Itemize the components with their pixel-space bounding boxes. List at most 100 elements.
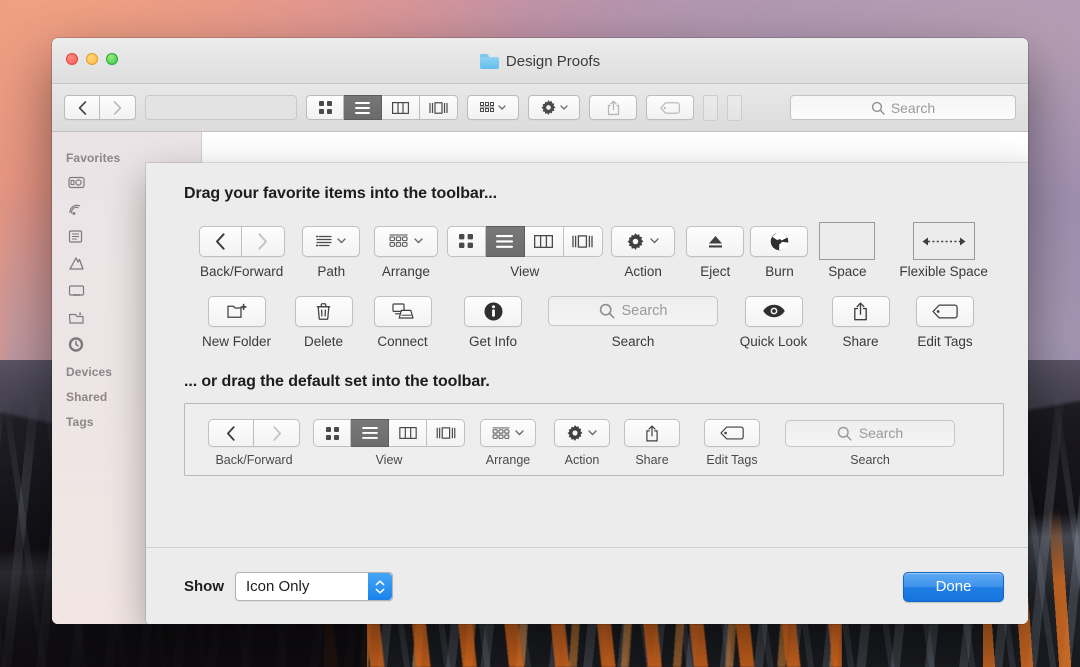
palette-item-path[interactable]: Path (297, 221, 365, 279)
action-button[interactable] (611, 225, 676, 257)
window-titlebar: Design Proofs (52, 38, 1028, 84)
recents-clock-icon (68, 337, 85, 352)
back-button[interactable] (208, 419, 254, 447)
forward-button[interactable] (254, 419, 300, 447)
palette-item-eject[interactable]: Eject (683, 221, 747, 279)
palette-item-back-forward[interactable]: Back/Forward (186, 221, 297, 279)
search-field[interactable]: Search (785, 419, 955, 447)
column-view-button[interactable] (389, 419, 427, 447)
flexible-arrow-icon (922, 237, 966, 245)
search-field[interactable]: Search (548, 296, 718, 326)
eject-button[interactable] (686, 225, 745, 257)
arrange-button[interactable] (467, 95, 519, 120)
palette-label: Get Info (468, 334, 518, 349)
tag-icon (660, 101, 680, 114)
palette-item-new-folder[interactable]: New Folder (186, 291, 287, 349)
palette-label: Back/Forward (200, 264, 284, 279)
list-view-button[interactable] (351, 419, 389, 447)
palette-label: Arrange (381, 264, 430, 279)
default-item-arrange[interactable]: Arrange (469, 416, 547, 467)
edit-tags-button[interactable] (646, 95, 694, 120)
default-label: Share (635, 453, 669, 467)
icon-view-button[interactable] (306, 95, 344, 120)
airdrop-icon (68, 175, 85, 190)
window-title: Design Proofs (52, 38, 1028, 84)
done-button[interactable]: Done (903, 571, 1004, 602)
action-button[interactable] (554, 419, 610, 447)
space-placeholder[interactable] (819, 222, 876, 260)
icon-view-button[interactable] (446, 225, 486, 257)
palette-row-1: Back/Forward Path Arrange View Action Ej… (186, 221, 1004, 279)
flexible-space-placeholder[interactable] (912, 222, 975, 260)
toolbar-search-field[interactable]: Search (790, 95, 1016, 120)
palette-item-connect[interactable]: Connect (360, 291, 445, 349)
palette-item-get-info[interactable]: Get Info (445, 291, 541, 349)
gallery-view-button[interactable] (563, 225, 603, 257)
path-button[interactable] (302, 225, 361, 257)
palette-item-burn[interactable]: Burn (747, 221, 811, 279)
list-view-button[interactable] (485, 225, 525, 257)
share-button[interactable] (589, 95, 637, 120)
edit-tags-button[interactable] (704, 419, 760, 447)
show-popup-button[interactable]: Icon Only (235, 572, 393, 601)
forward-button[interactable] (241, 225, 285, 257)
palette-item-action[interactable]: Action (603, 221, 683, 279)
list-view-button[interactable] (344, 95, 382, 120)
show-label: Show (184, 578, 224, 595)
gallery-view-button[interactable] (420, 95, 458, 120)
chevron-down-icon (588, 430, 597, 436)
palette-item-view[interactable]: View (446, 221, 603, 279)
desktop-icon (68, 283, 85, 298)
get-info-button[interactable] (464, 295, 522, 327)
icon-view-button[interactable] (313, 419, 351, 447)
edit-tags-button[interactable] (916, 295, 974, 327)
palette-label: Share (842, 334, 879, 349)
palette-item-arrange[interactable]: Arrange (365, 221, 446, 279)
forward-button[interactable] (100, 95, 136, 120)
palette-label: Flexible Space (899, 264, 988, 279)
toolbar-space-placeholder[interactable] (727, 94, 742, 121)
chevron-up-icon (375, 579, 385, 585)
palette-item-delete[interactable]: Delete (287, 291, 360, 349)
arrange-button[interactable] (373, 225, 438, 257)
popup-stepper-arrows[interactable] (368, 573, 392, 600)
tag-icon (720, 426, 744, 440)
share-button[interactable] (831, 295, 890, 327)
gallery-view-button[interactable] (427, 419, 465, 447)
default-label: Edit Tags (706, 453, 758, 467)
sheet-footer: Show Icon Only Done (146, 547, 1028, 624)
palette-item-quick-look[interactable]: Quick Look (725, 291, 822, 349)
quick-look-button[interactable] (744, 295, 803, 327)
delete-button[interactable] (294, 295, 353, 327)
back-button[interactable] (64, 95, 100, 120)
default-item-view[interactable]: View (309, 416, 469, 467)
share-button[interactable] (624, 419, 680, 447)
connect-button[interactable] (373, 295, 432, 327)
new-folder-button[interactable] (207, 295, 266, 327)
new-folder-icon (226, 303, 247, 318)
default-item-share[interactable]: Share (617, 416, 687, 467)
path-bar[interactable] (145, 95, 297, 120)
nav-button-group (64, 95, 136, 120)
palette-item-search[interactable]: Search Search (541, 291, 725, 349)
palette-item-space[interactable]: Space (812, 221, 884, 279)
column-view-button[interactable] (382, 95, 420, 120)
default-item-action[interactable]: Action (547, 416, 617, 467)
default-item-edit-tags[interactable]: Edit Tags (687, 416, 777, 467)
default-item-back-forward[interactable]: Back/Forward (199, 416, 309, 467)
palette-item-flexible-space[interactable]: Flexible Space (883, 221, 1004, 279)
palette-item-share[interactable]: Share (822, 291, 899, 349)
toolbar-space-placeholder[interactable] (703, 94, 718, 121)
palette-label: Connect (377, 334, 428, 349)
arrange-button[interactable] (480, 419, 536, 447)
action-button[interactable] (528, 95, 580, 120)
default-item-search[interactable]: Search Search (777, 416, 963, 467)
palette-label: Eject (700, 264, 731, 279)
palette-item-edit-tags[interactable]: Edit Tags (899, 291, 991, 349)
palette-label: Space (828, 264, 867, 279)
default-set-box[interactable]: Back/Forward View Arrange Action Share E… (184, 403, 1004, 476)
burn-button[interactable] (750, 225, 809, 257)
column-view-button[interactable] (524, 225, 564, 257)
back-button[interactable] (198, 225, 242, 257)
gear-icon (627, 232, 644, 250)
